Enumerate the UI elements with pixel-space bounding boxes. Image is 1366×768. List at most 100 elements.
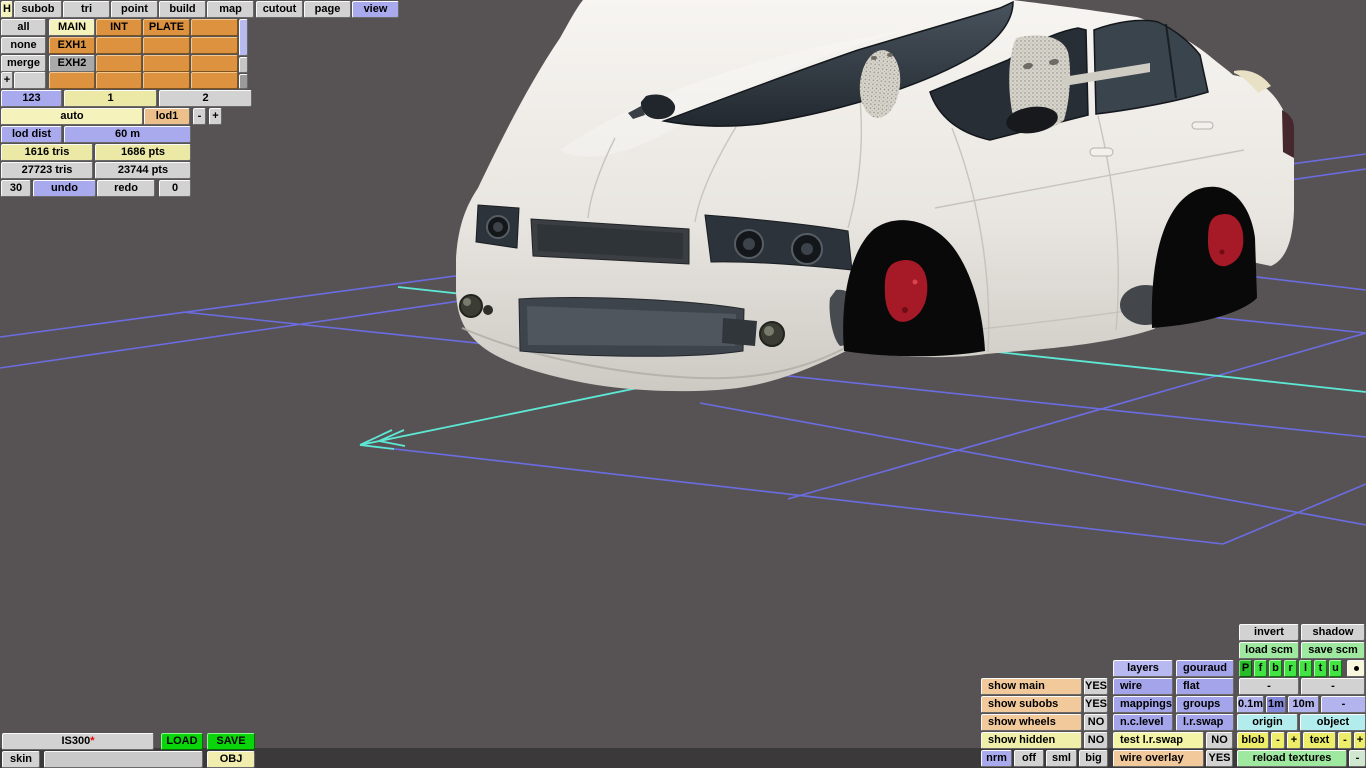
load-button[interactable]: LOAD (161, 733, 203, 750)
channel-button-f[interactable]: f (1254, 660, 1267, 677)
menu-item-h[interactable]: H (1, 1, 13, 18)
show-main-value[interactable]: YES (1084, 678, 1108, 695)
text-decrement-button[interactable]: - (1338, 732, 1352, 749)
lr-swap-button[interactable]: l.r.swap (1176, 714, 1234, 731)
flat-dash-button[interactable]: - (1301, 678, 1365, 695)
show-hidden-button[interactable]: show hidden (981, 732, 1082, 749)
flat-dash-button[interactable]: - (1239, 678, 1299, 695)
tab-1-active[interactable]: 1 (64, 90, 157, 107)
flat-button[interactable]: flat (1176, 678, 1234, 695)
subobject-cell-plate[interactable]: PLATE (143, 19, 190, 36)
menu-item-page[interactable]: page (304, 1, 351, 18)
test-lr-swap-value[interactable]: NO (1206, 732, 1233, 749)
lod-dist-value[interactable]: 60 m (64, 126, 191, 143)
channel-button-p[interactable]: P (1239, 660, 1252, 677)
skin-name-field[interactable] (44, 751, 203, 768)
show-hidden-value[interactable]: NO (1084, 732, 1108, 749)
text-button[interactable]: text (1303, 732, 1336, 749)
lod-current-button[interactable]: lod1 (144, 108, 190, 125)
select-none-button[interactable]: none (1, 37, 46, 54)
menu-item-point[interactable]: point (111, 1, 158, 18)
lod-auto-button[interactable]: auto (1, 108, 143, 125)
show-main-button[interactable]: show main (981, 678, 1082, 695)
mappings-button[interactable]: mappings (1113, 696, 1173, 713)
nrm-sml-button[interactable]: sml (1046, 750, 1077, 767)
groups-button[interactable]: groups (1176, 696, 1234, 713)
nrm-button[interactable]: nrm (981, 750, 1012, 767)
blob-button[interactable]: blob (1237, 732, 1269, 749)
channel-button-l[interactable]: l (1299, 660, 1312, 677)
subobject-cell[interactable] (96, 55, 142, 72)
save-scm-button[interactable]: save scm (1301, 642, 1365, 659)
subobject-cell[interactable] (49, 72, 95, 89)
channel-button-t[interactable]: t (1314, 660, 1327, 677)
subobject-cell[interactable] (96, 37, 142, 54)
subobject-cell[interactable] (191, 19, 238, 36)
undo-button[interactable]: undo (33, 180, 96, 197)
blob-decrement-button[interactable]: - (1271, 732, 1285, 749)
grid-step-01m[interactable]: 0.1m (1237, 696, 1264, 713)
show-wheels-button[interactable]: show wheels (981, 714, 1082, 731)
blob-increment-button[interactable]: + (1287, 732, 1301, 749)
save-button[interactable]: SAVE (207, 733, 255, 750)
lod-decrement-button[interactable]: - (193, 108, 206, 125)
shadow-button[interactable]: shadow (1301, 624, 1365, 641)
subobject-scrollbar-thumb[interactable] (239, 19, 248, 56)
subobject-scrollbar-track[interactable] (239, 57, 248, 73)
skin-button[interactable]: skin (2, 751, 40, 768)
subobject-cell[interactable] (143, 72, 190, 89)
invert-button[interactable]: invert (1239, 624, 1299, 641)
grid-step-dash[interactable]: - (1321, 696, 1366, 713)
subobject-cell[interactable] (143, 55, 190, 72)
test-lr-swap-button[interactable]: test l.r.swap (1113, 732, 1204, 749)
subobject-cell-exh2[interactable]: EXH2 (49, 55, 95, 72)
show-subobs-button[interactable]: show subobs (981, 696, 1082, 713)
wire-overlay-button[interactable]: wire overlay (1113, 750, 1204, 767)
subobject-cell[interactable] (96, 72, 142, 89)
wire-button[interactable]: wire (1113, 678, 1173, 695)
subobject-cell[interactable] (143, 37, 190, 54)
tab-123[interactable]: 123 (1, 90, 62, 107)
load-scm-button[interactable]: load scm (1239, 642, 1299, 659)
text-increment-button[interactable]: + (1354, 732, 1366, 749)
menu-item-view-active[interactable]: view (352, 1, 399, 18)
wire-overlay-value[interactable]: YES (1206, 750, 1233, 767)
layers-button[interactable]: layers (1113, 660, 1173, 677)
obj-export-button[interactable]: OBJ (207, 751, 255, 768)
subobject-cell-int[interactable]: INT (96, 19, 142, 36)
channel-dot-button[interactable] (1347, 660, 1365, 677)
menu-item-cutout[interactable]: cutout (256, 1, 303, 18)
subobject-cell[interactable] (191, 37, 238, 54)
channel-button-r[interactable]: r (1284, 660, 1297, 677)
subobject-blank-cell[interactable] (14, 72, 46, 89)
subobject-cell-main[interactable]: MAIN (49, 19, 95, 36)
gouraud-button[interactable]: gouraud (1176, 660, 1234, 677)
subobject-scrollbar-end[interactable] (239, 74, 248, 89)
redo-button[interactable]: redo (97, 180, 155, 197)
origin-button[interactable]: origin (1237, 714, 1298, 731)
channel-button-u[interactable]: u (1329, 660, 1342, 677)
tab-2[interactable]: 2 (159, 90, 252, 107)
reload-textures-button[interactable]: reload textures (1237, 750, 1347, 767)
select-all-button[interactable]: all (1, 19, 46, 36)
subobject-cell[interactable] (191, 55, 238, 72)
menu-item-subob[interactable]: subob (14, 1, 62, 18)
reload-textures-dash-button[interactable]: - (1349, 750, 1366, 767)
menu-item-map[interactable]: map (207, 1, 254, 18)
nc-level-button[interactable]: n.c.level (1113, 714, 1173, 731)
nrm-big-button[interactable]: big (1079, 750, 1108, 767)
grid-step-1m-active[interactable]: 1m (1266, 696, 1286, 713)
grid-step-10m[interactable]: 10m (1288, 696, 1319, 713)
object-button[interactable]: object (1300, 714, 1366, 731)
subobject-cell[interactable] (191, 72, 238, 89)
menu-item-build[interactable]: build (159, 1, 206, 18)
menu-item-tri[interactable]: tri (63, 1, 110, 18)
model-name-field[interactable]: IS300 * (2, 733, 154, 750)
channel-button-b[interactable]: b (1269, 660, 1282, 677)
subobject-cell-exh1[interactable]: EXH1 (49, 37, 95, 54)
lod-increment-button[interactable]: + (209, 108, 222, 125)
add-subobject-button[interactable]: + (1, 72, 13, 89)
show-subobs-value[interactable]: YES (1084, 696, 1108, 713)
show-wheels-value[interactable]: NO (1084, 714, 1108, 731)
nrm-off-button[interactable]: off (1014, 750, 1044, 767)
